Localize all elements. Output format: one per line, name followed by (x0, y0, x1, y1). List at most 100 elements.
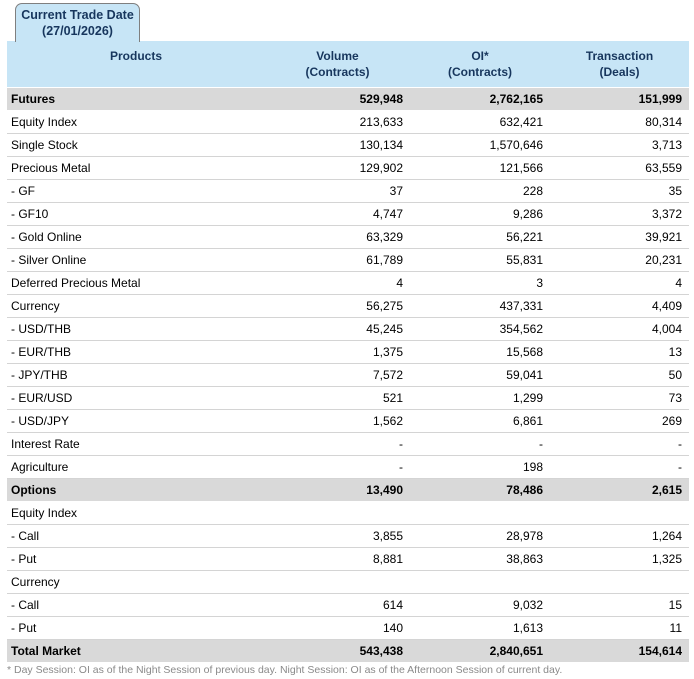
volume-cell: 61,789 (265, 249, 410, 272)
transaction-cell: 63,559 (550, 157, 689, 180)
column-header-volume: Volume (Contracts) (265, 41, 410, 88)
column-header-oi: OI* (Contracts) (410, 41, 550, 88)
volume-cell: 529,948 (265, 88, 410, 111)
table-row: - Silver Online61,78955,83120,231 (7, 249, 689, 272)
oi-cell: 121,566 (410, 157, 550, 180)
column-header-transaction: Transaction (Deals) (550, 41, 689, 88)
volume-cell: 45,245 (265, 318, 410, 341)
oi-cell: 78,486 (410, 479, 550, 502)
product-cell: Currency (7, 295, 265, 318)
oi-cell: 56,221 (410, 226, 550, 249)
transaction-cell (550, 571, 689, 594)
oi-cell: 3 (410, 272, 550, 295)
product-cell: - Silver Online (7, 249, 265, 272)
oi-cell: 15,568 (410, 341, 550, 364)
oi-cell: 2,840,651 (410, 640, 550, 663)
product-cell: - USD/THB (7, 318, 265, 341)
product-cell: Futures (7, 88, 265, 111)
volume-cell: 13,490 (265, 479, 410, 502)
oi-cell: 1,299 (410, 387, 550, 410)
product-cell: - Put (7, 617, 265, 640)
table-header-row: Products Volume (Contracts) OI* (Contrac… (7, 41, 689, 88)
transaction-cell: 4 (550, 272, 689, 295)
transaction-cell: 1,264 (550, 525, 689, 548)
transaction-cell: - (550, 456, 689, 479)
volume-cell: 3,855 (265, 525, 410, 548)
product-cell: Precious Metal (7, 157, 265, 180)
transaction-cell: 4,409 (550, 295, 689, 318)
oi-cell: 59,041 (410, 364, 550, 387)
product-cell: - JPY/THB (7, 364, 265, 387)
transaction-cell: 269 (550, 410, 689, 433)
table-row: - EUR/USD5211,29973 (7, 387, 689, 410)
table-row: Total Market543,4382,840,651154,614 (7, 640, 689, 663)
volume-cell: 4,747 (265, 203, 410, 226)
table-row: Precious Metal129,902121,56663,559 (7, 157, 689, 180)
transaction-cell: 1,325 (550, 548, 689, 571)
market-summary-table: Products Volume (Contracts) OI* (Contrac… (7, 41, 689, 663)
transaction-cell: 3,713 (550, 134, 689, 157)
table-row: Interest Rate--- (7, 433, 689, 456)
volume-cell (265, 502, 410, 525)
product-cell: Agriculture (7, 456, 265, 479)
table-row: - Put8,88138,8631,325 (7, 548, 689, 571)
volume-cell: 521 (265, 387, 410, 410)
transaction-cell: 13 (550, 341, 689, 364)
volume-cell: 4 (265, 272, 410, 295)
oi-cell: 6,861 (410, 410, 550, 433)
oi-footnote: * Day Session: OI as of the Night Sessio… (7, 663, 687, 677)
table-row: - USD/JPY1,5626,861269 (7, 410, 689, 433)
transaction-cell: 39,921 (550, 226, 689, 249)
oi-cell: 9,032 (410, 594, 550, 617)
oi-cell: 437,331 (410, 295, 550, 318)
product-cell: Deferred Precious Metal (7, 272, 265, 295)
column-header-products: Products (7, 41, 265, 88)
oi-cell: 28,978 (410, 525, 550, 548)
volume-cell: 130,134 (265, 134, 410, 157)
oi-cell (410, 571, 550, 594)
transaction-cell: 4,004 (550, 318, 689, 341)
product-cell: Currency (7, 571, 265, 594)
oi-cell: 9,286 (410, 203, 550, 226)
oi-cell: 55,831 (410, 249, 550, 272)
table-row: - GF104,7479,2863,372 (7, 203, 689, 226)
product-cell: Interest Rate (7, 433, 265, 456)
volume-cell: 7,572 (265, 364, 410, 387)
product-cell: - EUR/THB (7, 341, 265, 364)
product-cell: Equity Index (7, 502, 265, 525)
table-row: Deferred Precious Metal434 (7, 272, 689, 295)
table-row: - Put1401,61311 (7, 617, 689, 640)
volume-cell: - (265, 456, 410, 479)
oi-cell: 228 (410, 180, 550, 203)
product-cell: - EUR/USD (7, 387, 265, 410)
oi-cell: 1,613 (410, 617, 550, 640)
transaction-cell: 151,999 (550, 88, 689, 111)
table-row: - Call6149,03215 (7, 594, 689, 617)
volume-cell: 213,633 (265, 111, 410, 134)
table-row: - USD/THB45,245354,5624,004 (7, 318, 689, 341)
volume-cell: 140 (265, 617, 410, 640)
table-row: Currency (7, 571, 689, 594)
volume-cell: 1,562 (265, 410, 410, 433)
table-row: Agriculture-198- (7, 456, 689, 479)
table-row: Futures529,9482,762,165151,999 (7, 88, 689, 111)
tab-current-trade-date[interactable]: Current Trade Date (27/01/2026) (15, 3, 140, 42)
product-cell: - Put (7, 548, 265, 571)
transaction-cell: 2,615 (550, 479, 689, 502)
table-row: - Call3,85528,9781,264 (7, 525, 689, 548)
oi-cell: 1,570,646 (410, 134, 550, 157)
volume-cell: 8,881 (265, 548, 410, 571)
volume-cell: 543,438 (265, 640, 410, 663)
volume-cell: 56,275 (265, 295, 410, 318)
volume-cell: - (265, 433, 410, 456)
table-row: - Gold Online63,32956,22139,921 (7, 226, 689, 249)
oi-cell: 632,421 (410, 111, 550, 134)
volume-cell: 1,375 (265, 341, 410, 364)
transaction-cell: 154,614 (550, 640, 689, 663)
transaction-cell: 73 (550, 387, 689, 410)
volume-cell: 37 (265, 180, 410, 203)
oi-cell: 38,863 (410, 548, 550, 571)
product-cell: - GF10 (7, 203, 265, 226)
table-row: - GF3722835 (7, 180, 689, 203)
product-cell: - USD/JPY (7, 410, 265, 433)
